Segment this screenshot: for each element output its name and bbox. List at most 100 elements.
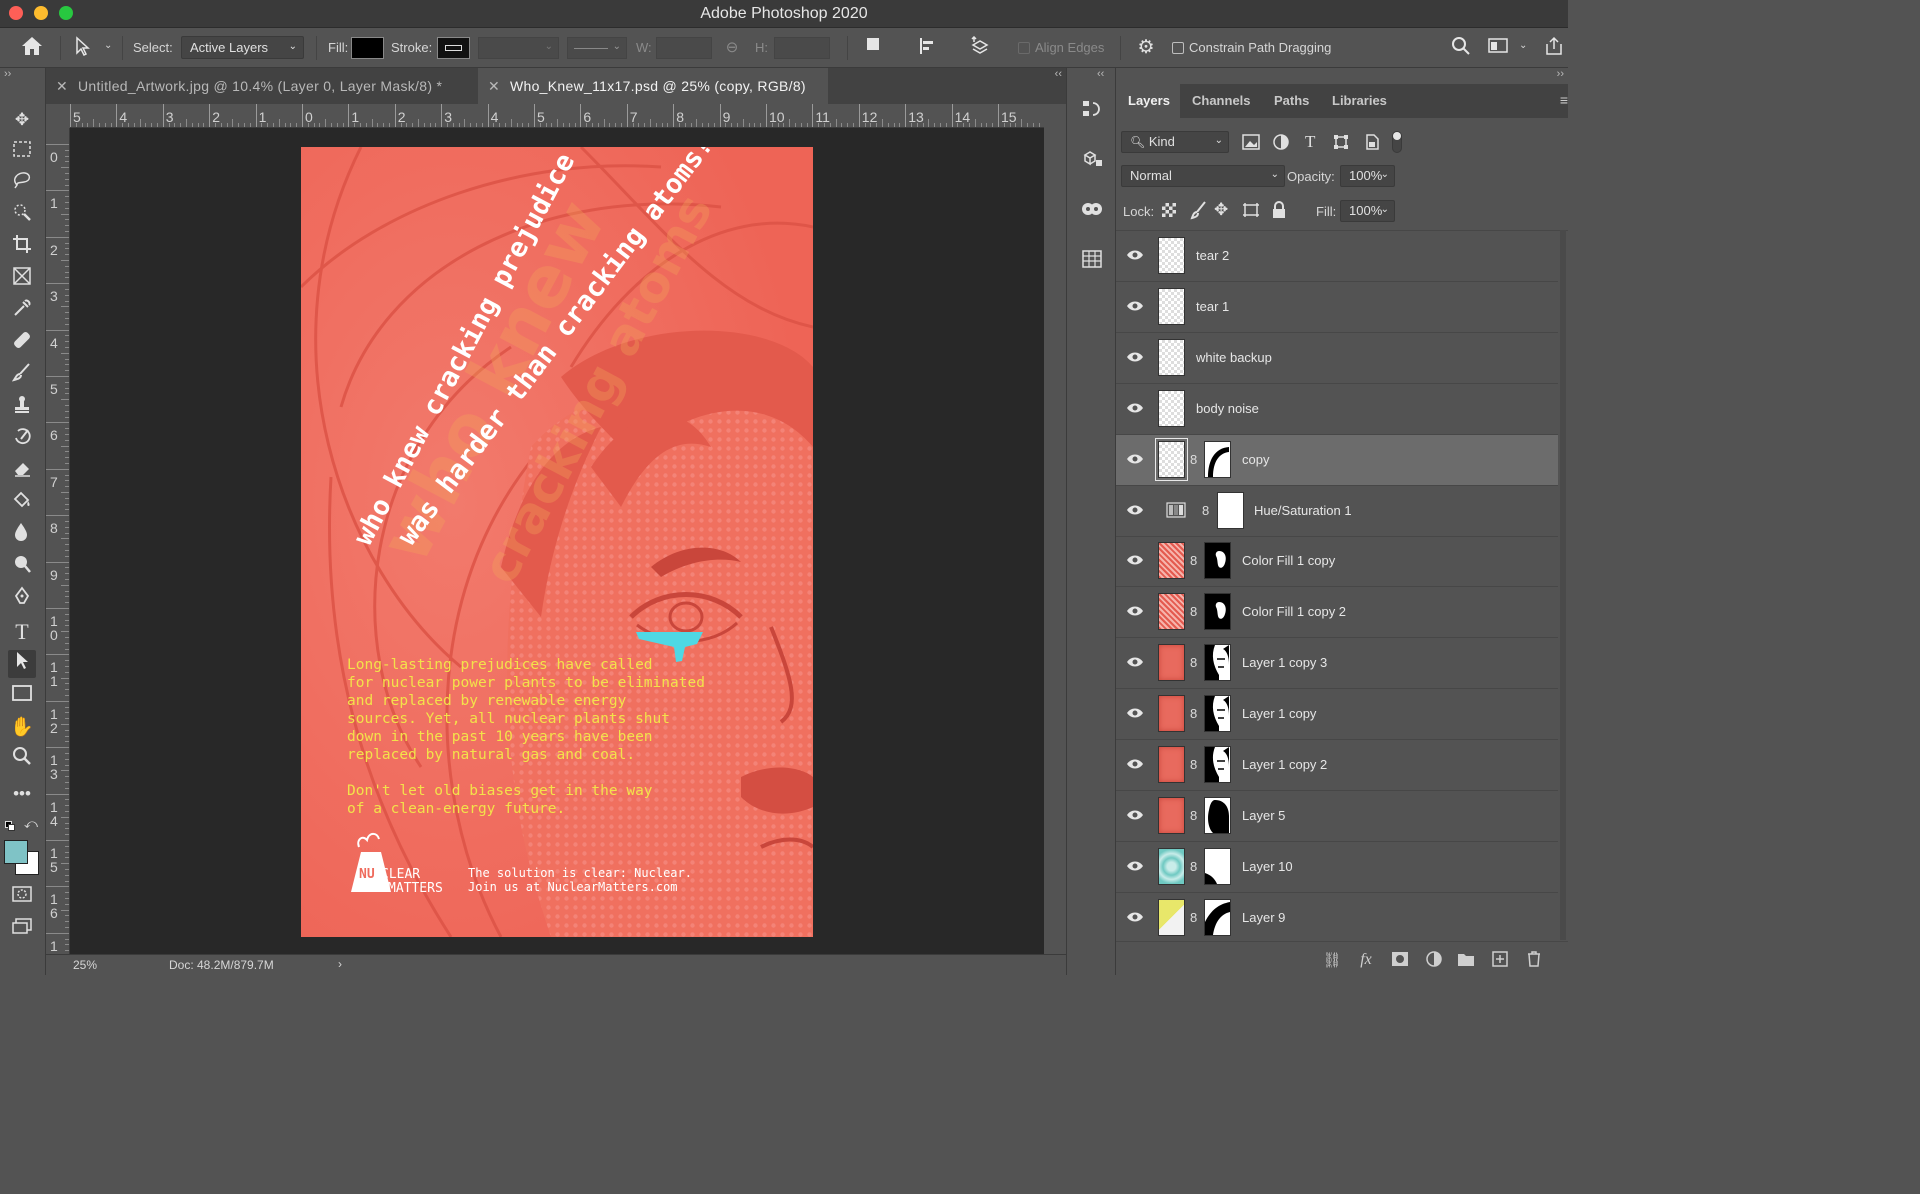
layer-thumbnail[interactable] [1158,389,1185,427]
canvas-area[interactable]: who knew cracking atoms who knew crackin… [70,128,1044,954]
doc-size[interactable]: Doc: 48.2M/879.7M [169,958,274,972]
lock-transparent-icon[interactable] [1162,203,1176,217]
adjustment-icon[interactable] [1424,951,1444,969]
layer-row[interactable]: 8 Layer 1 copy 3 [1116,638,1558,690]
history-panel-icon[interactable] [1078,98,1106,126]
layer-thumbnail[interactable] [1155,437,1188,481]
layer-mask-thumbnail[interactable] [1204,796,1231,834]
vertical-ruler[interactable]: 0 1 2 3 4 5 6 7 8 9 1 0 1 1 1 2 1 3 1 4 1 5 1 6 1 [46,128,70,954]
fx-icon[interactable]: fx [1356,951,1376,969]
foreground-color-swatch[interactable] [4,840,28,864]
move-tool-icon[interactable]: ✥ [8,106,36,134]
layer-mask-thumbnail[interactable] [1204,542,1231,580]
path-align-icon[interactable] [915,36,939,60]
close-tab-icon[interactable]: ✕ [488,68,500,104]
tab-layers[interactable]: Layers [1116,84,1180,118]
tool-preset-chevron[interactable]: ⌄ [104,40,112,51]
blur-tool-icon[interactable] [8,522,36,550]
tab-paths[interactable]: Paths [1262,84,1321,118]
paint-bucket-tool-icon[interactable] [8,490,36,518]
layer-row[interactable]: tear 2 [1116,231,1558,282]
3d-panel-icon[interactable] [1078,148,1106,176]
visibility-eye-icon[interactable] [1126,502,1144,520]
tab-untitled-artwork[interactable]: ✕ Untitled_Artwork.jpg @ 10.4% (Layer 0,… [46,68,478,104]
lock-position-icon[interactable]: ✥ [1214,200,1228,220]
healing-brush-tool-icon[interactable] [8,330,36,358]
layer-mask-thumbnail[interactable] [1217,491,1244,529]
lock-artboard-icon[interactable] [1242,202,1260,221]
quick-select-tool-icon[interactable] [8,202,36,230]
visibility-eye-icon[interactable] [1126,756,1144,774]
mask-link-icon[interactable]: 8 [1190,808,1197,823]
layer-row[interactable]: 8 copy [1116,434,1558,486]
mask-link-icon[interactable]: 8 [1190,553,1197,568]
layer-thumbnail[interactable] [1158,898,1185,936]
filter-toggle[interactable] [1392,131,1402,153]
path-arrange-icon[interactable] [968,35,992,60]
swap-colors-icon[interactable]: ⤺ [24,816,38,832]
zoom-tool-icon[interactable] [8,746,36,774]
layer-row[interactable]: white backup [1116,333,1558,384]
layer-row[interactable]: 8 Color Fill 1 copy [1116,536,1558,588]
filter-smart-object-icon[interactable] [1364,134,1380,153]
filter-shape-icon[interactable] [1333,134,1349,153]
workspace-icon[interactable] [1486,36,1510,60]
table-panel-icon[interactable] [1078,249,1106,277]
lasso-tool-icon[interactable] [8,170,36,198]
fill-field[interactable]: 100% ⌄ [1340,200,1395,222]
layer-thumbnail[interactable] [1158,847,1185,885]
visibility-eye-icon[interactable] [1126,807,1144,825]
mask-link-icon[interactable]: 8 [1190,655,1197,670]
filter-type-icon[interactable]: T [1305,132,1315,152]
layer-mask-thumbnail[interactable] [1204,847,1231,885]
visibility-eye-icon[interactable] [1126,400,1144,418]
poster-document[interactable]: who knew cracking atoms who knew crackin… [301,147,813,937]
path-select-icon[interactable] [70,36,94,60]
more-tools-icon[interactable]: ••• [8,780,36,808]
rectangle-tool-icon[interactable] [8,682,36,710]
layer-row[interactable]: body noise [1116,384,1558,435]
search-icon[interactable] [1449,36,1473,60]
clone-stamp-tool-icon[interactable] [8,394,36,422]
trash-icon[interactable] [1524,951,1544,969]
history-brush-tool-icon[interactable] [8,426,36,454]
layer-thumbnail[interactable] [1166,500,1186,520]
expand-panel-icon[interactable]: ›› [1557,68,1564,80]
visibility-eye-icon[interactable] [1126,451,1144,469]
mask-link-icon[interactable]: 8 [1190,757,1197,772]
path-selection-tool-icon[interactable] [8,650,36,678]
width-field[interactable] [656,37,712,59]
mask-link-icon[interactable]: 8 [1190,604,1197,619]
group-icon[interactable] [1456,951,1476,969]
visibility-eye-icon[interactable] [1126,909,1144,927]
mask-link-icon[interactable]: 8 [1190,910,1197,925]
layer-thumbnail[interactable] [1158,542,1185,580]
share-icon[interactable] [1542,36,1566,60]
visibility-eye-icon[interactable] [1126,858,1144,876]
layer-row[interactable]: 8 Layer 1 copy 2 [1116,740,1558,791]
new-layer-icon[interactable] [1490,951,1510,969]
eraser-tool-icon[interactable] [8,458,36,486]
panel-menu-icon[interactable]: ≡ [1560,92,1568,108]
mask-link-icon[interactable]: 8 [1190,706,1197,721]
path-ops-icon[interactable] [862,36,886,60]
close-tab-icon[interactable]: ✕ [56,68,68,104]
home-icon[interactable] [20,36,44,60]
tab-channels[interactable]: Channels [1180,84,1263,118]
mask-icon[interactable] [1390,951,1410,969]
layer-row[interactable]: 8 Layer 9 [1116,893,1558,940]
select-dropdown[interactable]: Active Layers ⌄ [181,36,304,59]
mask-link-icon[interactable]: 8 [1202,503,1209,518]
constrain-path-checkbox[interactable] [1172,42,1184,54]
fill-swatch[interactable] [351,37,384,59]
blend-mode-dropdown[interactable]: Normal ⌄ [1121,165,1285,187]
layer-thumbnail[interactable] [1158,338,1185,376]
visibility-eye-icon[interactable] [1126,298,1144,316]
filter-pixel-icon[interactable] [1242,134,1260,153]
layer-row[interactable]: 8 Layer 5 [1116,791,1558,842]
default-colors-icon[interactable] [5,821,15,831]
layer-mask-thumbnail[interactable] [1204,593,1231,631]
opacity-field[interactable]: 100% ⌄ [1340,165,1395,187]
layer-thumbnail[interactable] [1158,237,1185,274]
lock-image-icon[interactable] [1190,200,1208,223]
